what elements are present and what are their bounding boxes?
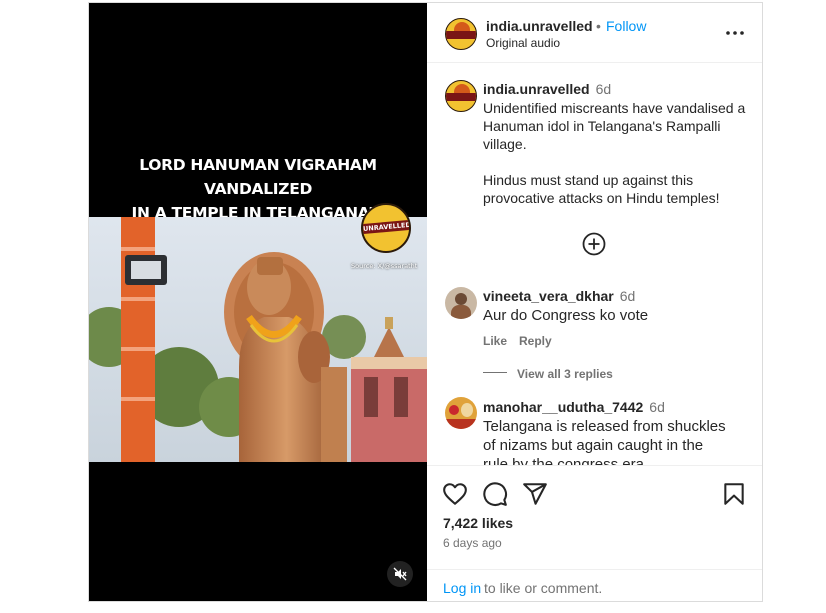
more-options-icon bbox=[726, 31, 744, 35]
follow-button[interactable]: Follow bbox=[606, 18, 646, 34]
mute-icon bbox=[393, 567, 407, 581]
post-actions: 7,422 likes 6 days ago Log in to like or… bbox=[427, 465, 762, 601]
commenter-username[interactable]: vineeta_vera_dkhar bbox=[483, 288, 614, 304]
headline-line-1: LORD HANUMAN VIGRAHAM VANDALIZED bbox=[139, 156, 377, 198]
follow-separator: • bbox=[596, 18, 601, 34]
bookmark-icon bbox=[724, 483, 744, 505]
like-button[interactable] bbox=[442, 481, 468, 507]
channel-logo-badge: UNRAVELLED bbox=[361, 203, 411, 253]
caption-avatar[interactable] bbox=[445, 80, 477, 112]
author-avatar[interactable] bbox=[445, 18, 477, 50]
comment-text: Aur do Congress ko vote bbox=[483, 307, 649, 324]
login-prompt: Log in to like or comment. bbox=[427, 569, 762, 601]
caption-line: Unidentified miscreants have vandalised … bbox=[483, 100, 746, 116]
likes-count[interactable]: 7,422 likes bbox=[443, 515, 513, 531]
post-side-panel: india.unravelled • Follow Original audio… bbox=[427, 3, 762, 601]
share-icon bbox=[523, 483, 547, 505]
commenter-username[interactable]: manohar__udutha_7442 bbox=[483, 399, 643, 415]
heart-icon bbox=[443, 483, 467, 505]
post-date[interactable]: 6 days ago bbox=[443, 536, 502, 550]
login-prompt-text: to like or comment. bbox=[484, 580, 603, 596]
more-options-button[interactable] bbox=[723, 23, 747, 43]
comment-line: of nizams but again caught in the bbox=[483, 437, 704, 454]
audio-label[interactable]: Original audio bbox=[486, 36, 560, 50]
caption-line: Hanuman idol in Telangana's Rampalli bbox=[483, 118, 721, 134]
comment-time[interactable]: 6d bbox=[620, 288, 636, 304]
caption-time[interactable]: 6d bbox=[596, 81, 612, 97]
comments-section[interactable]: india.unravelled 6d Unidentified miscrean… bbox=[427, 64, 762, 465]
login-link[interactable]: Log in bbox=[443, 580, 481, 596]
comment-text: Telangana is released from shuckles of n… bbox=[483, 417, 726, 465]
video-frame-image bbox=[89, 217, 427, 462]
commenter-avatar[interactable] bbox=[445, 287, 477, 319]
caption-text: Unidentified miscreants have vandalised … bbox=[483, 99, 745, 207]
mute-button[interactable] bbox=[387, 561, 413, 587]
caption-username[interactable]: india.unravelled bbox=[483, 81, 590, 97]
comment-line: rule by the congress era bbox=[483, 456, 644, 465]
like-comment-button[interactable]: Like bbox=[483, 334, 507, 348]
badge-text: UNRAVELLED bbox=[362, 220, 411, 234]
replies-divider bbox=[483, 372, 507, 373]
post-dialog: LORD HANUMAN VIGRAHAM VANDALIZED IN A TE… bbox=[88, 2, 763, 602]
comment-button[interactable] bbox=[482, 481, 508, 507]
caption-line: provocative attacks on Hindu temples! bbox=[483, 190, 720, 206]
load-more-comments-button[interactable] bbox=[582, 232, 606, 256]
comment-time[interactable]: 6d bbox=[649, 399, 665, 415]
author-username[interactable]: india.unravelled bbox=[486, 18, 593, 34]
video-player[interactable]: LORD HANUMAN VIGRAHAM VANDALIZED IN A TE… bbox=[89, 3, 427, 601]
share-button[interactable] bbox=[522, 481, 548, 507]
comment-line: Telangana is released from shuckles bbox=[483, 418, 726, 435]
caption-line: Hindus must stand up against this bbox=[483, 172, 694, 188]
source-credit: Source: X/@ssaratht bbox=[351, 262, 418, 270]
caption-line: village. bbox=[483, 136, 527, 152]
save-button[interactable] bbox=[721, 481, 747, 507]
view-replies-button[interactable]: View all 3 replies bbox=[517, 367, 613, 381]
add-circle-icon bbox=[582, 232, 606, 256]
reply-button[interactable]: Reply bbox=[519, 334, 552, 348]
commenter-avatar[interactable] bbox=[445, 397, 477, 429]
post-header: india.unravelled • Follow Original audio bbox=[427, 3, 762, 63]
comment-icon bbox=[483, 482, 507, 506]
